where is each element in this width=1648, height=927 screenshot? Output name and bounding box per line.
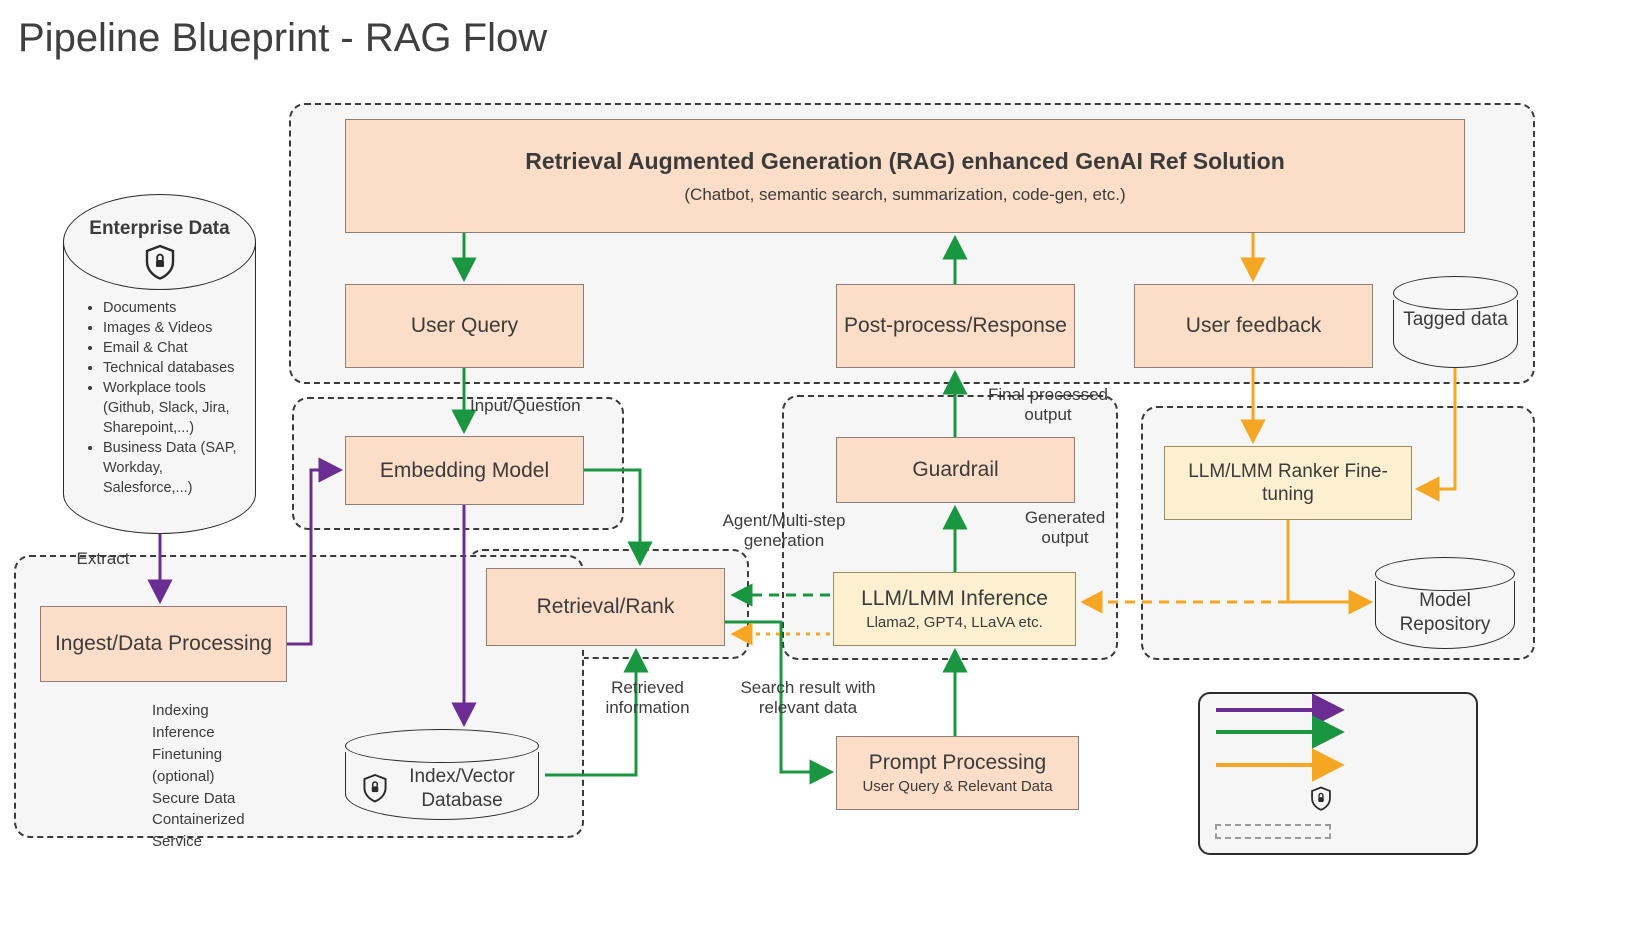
- shield-lock-icon: [1310, 786, 1332, 816]
- list-item: Workplace tools (Github, Slack, Jira, Sh…: [103, 378, 248, 438]
- legend-label-service: Service: [152, 833, 203, 850]
- model-repository-label: Model Repository: [1399, 590, 1491, 635]
- edge-label-generated-output: Generated output: [1024, 508, 1106, 548]
- list-item: Business Data (SAP, Workday, Salesforce,…: [103, 438, 248, 498]
- page-title: Pipeline Blueprint - RAG Flow: [18, 16, 548, 60]
- edge-label-agent-multistep: Agent/Multi-step generation: [722, 511, 846, 551]
- enterprise-data-cylinder: Enterprise Data Documents Images & Video…: [63, 194, 256, 534]
- rag-solution-subtitle: (Chatbot, semantic search, summarization…: [684, 184, 1126, 204]
- edge-label-extract: Extract: [76, 549, 130, 568]
- user-feedback-box[interactable]: User feedback: [1134, 284, 1373, 368]
- guardrail-box[interactable]: Guardrail: [836, 437, 1075, 503]
- shield-lock-icon: [144, 244, 176, 285]
- retrieval-rank-label: Retrieval/Rank: [536, 595, 675, 619]
- tagged-data-cylinder: Tagged data: [1393, 276, 1518, 368]
- index-vector-db-cylinder: Index/Vector Database: [345, 729, 539, 820]
- llm-ranker-finetuning-label: LLM/LMM Ranker Fine-tuning: [1188, 460, 1388, 505]
- user-feedback-label: User feedback: [1185, 314, 1322, 338]
- ingest-label: Ingest/Data Processing: [54, 632, 273, 656]
- edge-label-search-result: Search result with relevant data: [740, 678, 876, 718]
- legend-label-indexing: Indexing: [152, 702, 209, 719]
- model-repository-cylinder: Model Repository: [1375, 557, 1515, 649]
- legend-label-finetuning: Finetuning: [152, 746, 223, 763]
- list-item: Email & Chat: [103, 338, 248, 358]
- enterprise-data-title: Enterprise Data: [89, 218, 230, 239]
- legend-label-optional: (optional): [152, 768, 215, 785]
- index-vector-db-label: Index/Vector Database: [409, 766, 515, 811]
- llm-inference-box[interactable]: LLM/LMM Inference Llama2, GPT4, LLaVA et…: [833, 572, 1076, 646]
- rag-solution-box[interactable]: Retrieval Augmented Generation (RAG) enh…: [345, 119, 1465, 233]
- list-item: Technical databases: [103, 358, 248, 378]
- guardrail-label: Guardrail: [912, 458, 999, 482]
- ingest-box[interactable]: Ingest/Data Processing: [40, 606, 287, 682]
- embedding-model-label: Embedding Model: [379, 458, 550, 482]
- user-query-label: User Query: [410, 314, 519, 338]
- edge-label-input-question: Input/Question: [470, 396, 581, 415]
- post-process-box[interactable]: Post-process/Response: [836, 284, 1075, 368]
- legend-label-containerized: Containerized: [152, 811, 245, 828]
- prompt-processing-title: Prompt Processing: [868, 751, 1047, 775]
- tagged-data-label: Tagged data: [1403, 309, 1508, 330]
- post-process-label: Post-process/Response: [844, 314, 1067, 338]
- legend-label-secure-data: Secure Data: [152, 790, 236, 807]
- llm-inference-title: LLM/LMM Inference: [861, 587, 1048, 611]
- user-query-box[interactable]: User Query: [345, 284, 584, 368]
- edge-label-final-processed-output: Final processed output: [987, 385, 1108, 425]
- llm-ranker-finetuning-box[interactable]: LLM/LMM Ranker Fine-tuning: [1164, 446, 1412, 520]
- enterprise-data-list: Documents Images & Videos Email & Chat T…: [89, 298, 248, 498]
- prompt-processing-box[interactable]: Prompt Processing User Query & Relevant …: [836, 736, 1079, 810]
- llm-inference-subtitle: Llama2, GPT4, LLaVA etc.: [866, 613, 1043, 631]
- list-item: Documents: [103, 298, 248, 318]
- prompt-processing-subtitle: User Query & Relevant Data: [862, 777, 1053, 795]
- edge-label-retrieved-information: Retrieved information: [605, 678, 690, 718]
- dashed-box-icon: [1215, 824, 1331, 839]
- retrieval-rank-box[interactable]: Retrieval/Rank: [486, 568, 725, 646]
- embedding-model-box[interactable]: Embedding Model: [345, 436, 584, 505]
- legend-label-inference: Inference: [152, 724, 215, 741]
- diagram-canvas: Pipeline Blueprint - RAG Flow Enterprise…: [0, 0, 1648, 927]
- rag-solution-title: Retrieval Augmented Generation (RAG) enh…: [525, 147, 1285, 174]
- list-item: Images & Videos: [103, 318, 248, 338]
